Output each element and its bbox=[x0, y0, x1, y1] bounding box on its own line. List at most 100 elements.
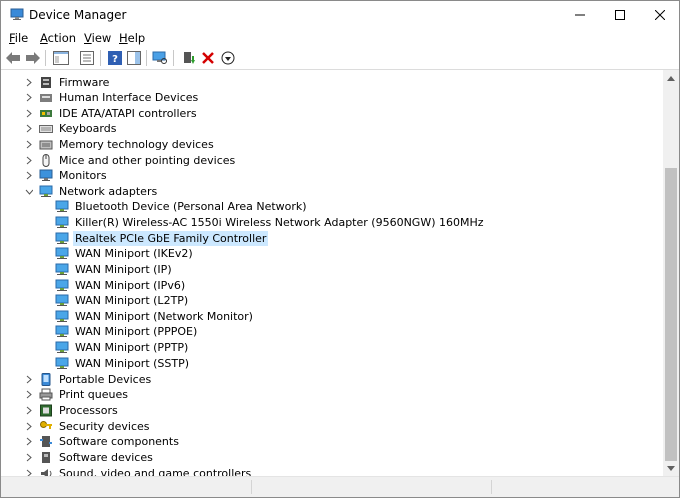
scrollbar-thumb[interactable] bbox=[665, 168, 677, 461]
expand-chevron[interactable] bbox=[25, 372, 33, 387]
tree-category-security-devices[interactable]: Security devices bbox=[39, 419, 152, 434]
tree-category-label: Security devices bbox=[59, 420, 150, 433]
tree-device-bluetooth-pan[interactable]: Bluetooth Device (Personal Area Network) bbox=[55, 199, 309, 214]
tree-device-wan-l2tp[interactable]: WAN Miniport (L2TP) bbox=[55, 293, 190, 308]
menu-file[interactable]: File bbox=[9, 31, 28, 45]
tree-device-label: WAN Miniport (PPPOE) bbox=[75, 325, 198, 338]
tree-device-realtek-gbe[interactable]: Realtek PCIe GbE Family Controller bbox=[55, 231, 269, 246]
expand-chevron[interactable] bbox=[25, 387, 33, 402]
tree-category-processors[interactable]: Processors bbox=[39, 403, 120, 418]
tree-category-print-queues[interactable]: Print queues bbox=[39, 387, 130, 402]
maximize-icon bbox=[615, 10, 625, 20]
scroll-up-button[interactable] bbox=[663, 70, 679, 86]
processor-icon bbox=[40, 404, 52, 417]
tree-device-label: WAN Miniport (SSTP) bbox=[75, 357, 190, 370]
help-button[interactable]: ? bbox=[107, 50, 123, 66]
hid-icon bbox=[40, 94, 52, 102]
delete-x-icon bbox=[202, 52, 214, 64]
title-bar[interactable]: Device Manager bbox=[1, 1, 679, 29]
menu-help[interactable]: Help bbox=[119, 31, 145, 45]
menu-action[interactable]: Action bbox=[40, 31, 76, 45]
chevron-down-icon bbox=[25, 189, 33, 195]
console-tree-icon bbox=[53, 51, 69, 65]
close-button[interactable] bbox=[637, 1, 679, 29]
toolbar-separator bbox=[45, 50, 46, 66]
menu-view[interactable]: View bbox=[84, 31, 111, 45]
tree-category-label: IDE ATA/ATAPI controllers bbox=[59, 107, 197, 120]
tree-device-label: WAN Miniport (IPv6) bbox=[75, 279, 186, 292]
expand-chevron[interactable] bbox=[25, 419, 33, 434]
collapse-chevron[interactable] bbox=[25, 184, 33, 199]
network-adapter-icon bbox=[55, 341, 69, 353]
tree-category-hid[interactable]: Human Interface Devices bbox=[39, 90, 200, 105]
tree-device-wan-sstp[interactable]: WAN Miniport (SSTP) bbox=[55, 356, 191, 371]
chevron-right-icon bbox=[26, 124, 32, 133]
disable-device-button[interactable] bbox=[220, 50, 236, 66]
tree-category-monitors[interactable]: Monitors bbox=[39, 168, 109, 183]
action-pane-button[interactable] bbox=[126, 50, 142, 66]
tree-category-portable-devices[interactable]: Portable Devices bbox=[39, 372, 153, 387]
tree-category-software-components[interactable]: Software components bbox=[39, 434, 181, 449]
tree-category-sound-video[interactable]: Sound, video and game controllers bbox=[39, 466, 253, 476]
tree-category-label: Memory technology devices bbox=[59, 138, 214, 151]
chevron-right-icon bbox=[26, 469, 32, 476]
expand-chevron[interactable] bbox=[25, 90, 33, 105]
tree-category-keyboards[interactable]: Keyboards bbox=[39, 121, 118, 136]
tree-device-wan-ip[interactable]: WAN Miniport (IP) bbox=[55, 262, 174, 277]
update-driver-button[interactable] bbox=[181, 50, 197, 66]
back-button[interactable] bbox=[5, 50, 21, 66]
chevron-right-icon bbox=[26, 453, 32, 462]
expand-chevron[interactable] bbox=[25, 106, 33, 121]
expand-chevron[interactable] bbox=[25, 434, 33, 449]
uninstall-device-button[interactable] bbox=[200, 50, 216, 66]
ide-controller-icon bbox=[40, 110, 52, 117]
scan-hardware-button[interactable] bbox=[152, 50, 168, 66]
expand-chevron[interactable] bbox=[25, 450, 33, 465]
tree-device-wan-ipv6[interactable]: WAN Miniport (IPv6) bbox=[55, 278, 187, 293]
expand-chevron[interactable] bbox=[25, 168, 33, 183]
scroll-down-button[interactable] bbox=[663, 460, 679, 476]
tree-category-label: Sound, video and game controllers bbox=[59, 467, 252, 476]
chevron-right-icon bbox=[26, 109, 32, 118]
chevron-right-icon bbox=[26, 437, 32, 446]
network-adapter-icon bbox=[55, 279, 69, 291]
network-adapter-icon bbox=[55, 325, 69, 337]
tree-category-software-devices[interactable]: Software devices bbox=[39, 450, 155, 465]
action-pane-icon bbox=[127, 51, 141, 65]
tree-category-memory[interactable]: Memory technology devices bbox=[39, 137, 216, 152]
network-adapter-icon bbox=[55, 232, 69, 244]
toolbar-separator bbox=[146, 50, 147, 66]
tree-device-killer-wireless[interactable]: Killer(R) Wireless-AC 1550i Wireless Net… bbox=[55, 215, 486, 230]
tree-category-firmware[interactable]: Firmware bbox=[39, 75, 111, 90]
tree-category-network-adapters[interactable]: Network adapters bbox=[39, 184, 159, 199]
tree-category-label: Mice and other pointing devices bbox=[59, 154, 236, 167]
expand-chevron[interactable] bbox=[25, 121, 33, 136]
tree-category-ide[interactable]: IDE ATA/ATAPI controllers bbox=[39, 106, 199, 121]
expand-chevron[interactable] bbox=[25, 466, 33, 476]
sound-icon bbox=[41, 469, 52, 476]
portable-device-icon bbox=[41, 373, 51, 386]
tree-category-mice[interactable]: Mice and other pointing devices bbox=[39, 153, 237, 168]
network-adapter-icon bbox=[55, 357, 69, 369]
properties-button[interactable] bbox=[79, 50, 95, 66]
network-adapter-icon bbox=[55, 263, 69, 275]
device-tree[interactable]: Firmware Human Interface Devices IDE ATA… bbox=[1, 70, 663, 476]
forward-button[interactable] bbox=[25, 50, 41, 66]
expand-chevron[interactable] bbox=[25, 153, 33, 168]
tree-device-wan-ikev2[interactable]: WAN Miniport (IKEv2) bbox=[55, 246, 195, 261]
tree-device-wan-pptp[interactable]: WAN Miniport (PPTP) bbox=[55, 340, 190, 355]
toolbar-separator bbox=[100, 50, 101, 66]
tree-category-label: Print queues bbox=[59, 388, 128, 401]
tree-device-label: WAN Miniport (IKEv2) bbox=[75, 247, 193, 260]
show-hide-console-tree-button[interactable] bbox=[53, 50, 69, 66]
tree-device-wan-network-monitor[interactable]: WAN Miniport (Network Monitor) bbox=[55, 309, 255, 324]
mouse-icon bbox=[42, 154, 50, 167]
tree-device-wan-pppoe[interactable]: WAN Miniport (PPPOE) bbox=[55, 324, 199, 339]
network-adapter-icon bbox=[55, 310, 69, 322]
expand-chevron[interactable] bbox=[25, 137, 33, 152]
tree-device-label: WAN Miniport (Network Monitor) bbox=[75, 310, 253, 323]
vertical-scrollbar[interactable] bbox=[663, 70, 679, 476]
device-manager-app-icon bbox=[10, 8, 24, 20]
expand-chevron[interactable] bbox=[25, 75, 33, 90]
expand-chevron[interactable] bbox=[25, 403, 33, 418]
